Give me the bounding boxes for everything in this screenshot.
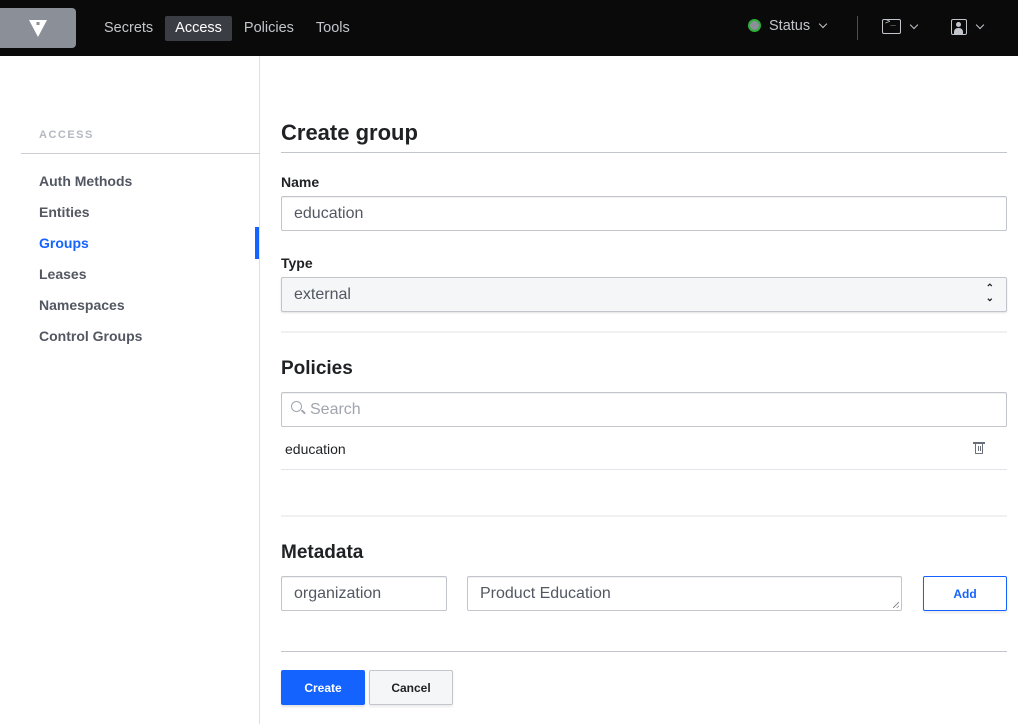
page-title: Create group: [281, 120, 418, 145]
search-placeholder: Search: [310, 400, 361, 418]
vault-triangle-icon: [29, 20, 47, 37]
user-icon: [951, 19, 967, 35]
top-navigation-bar: Secrets Access Policies Tools Status: [0, 0, 1018, 56]
name-input[interactable]: education: [281, 196, 1007, 231]
name-input-value: education: [294, 204, 364, 222]
vault-logo[interactable]: [0, 8, 76, 48]
section-divider: [281, 515, 1007, 517]
trash-icon[interactable]: [973, 442, 985, 454]
status-indicator-icon: [748, 18, 761, 32]
add-metadata-button[interactable]: Add: [923, 576, 1007, 611]
select-arrows-icon: ⌃ ⌄: [985, 283, 994, 304]
terminal-icon: [882, 17, 901, 34]
type-select-value: external: [294, 285, 351, 303]
section-divider: [281, 331, 1007, 333]
cancel-button[interactable]: Cancel: [369, 670, 453, 705]
metadata-title: Metadata: [281, 542, 364, 563]
status-menu[interactable]: Status: [748, 18, 828, 34]
user-menu-button[interactable]: [951, 19, 985, 35]
nav-access[interactable]: Access: [165, 16, 232, 41]
chevron-down-icon: [909, 20, 919, 29]
policies-title: Policies: [281, 358, 353, 379]
chevron-down-icon: [975, 20, 985, 30]
main-nav: Secrets Access Policies Tools: [94, 16, 362, 41]
sidebar-item-auth-methods[interactable]: Auth Methods: [39, 173, 132, 189]
sidebar-heading: ACCESS: [39, 129, 94, 141]
metadata-key-value: organization: [294, 584, 382, 602]
form-footer-divider: [281, 651, 1007, 652]
policy-name: education: [285, 441, 346, 457]
console-menu-button[interactable]: [882, 17, 919, 34]
nav-secrets[interactable]: Secrets: [94, 16, 163, 41]
type-select[interactable]: external ⌃ ⌄: [281, 277, 1007, 312]
sidebar-divider: [21, 153, 260, 154]
type-label: Type: [281, 255, 313, 271]
sidebar-item-control-groups[interactable]: Control Groups: [39, 328, 142, 344]
status-label: Status: [769, 18, 811, 34]
sidebar-item-entities[interactable]: Entities: [39, 204, 90, 220]
sidebar-item-groups[interactable]: Groups: [39, 235, 89, 251]
sidebar-item-namespaces[interactable]: Namespaces: [39, 297, 125, 313]
policy-search-input[interactable]: Search: [281, 392, 1007, 427]
search-icon: [291, 401, 302, 412]
title-divider: [281, 152, 1007, 153]
policy-list-item: education: [281, 434, 1007, 470]
metadata-value-text: Product Education: [480, 584, 611, 602]
nav-tools[interactable]: Tools: [306, 16, 360, 41]
metadata-key-input[interactable]: organization: [281, 576, 447, 611]
metadata-value-textarea[interactable]: Product Education: [467, 576, 902, 611]
nav-policies[interactable]: Policies: [234, 16, 304, 41]
name-label: Name: [281, 174, 320, 190]
header-divider: [857, 16, 858, 40]
active-indicator: [255, 227, 259, 259]
sidebar-item-leases[interactable]: Leases: [39, 266, 86, 282]
create-button[interactable]: Create: [281, 670, 365, 705]
chevron-down-icon: [818, 19, 828, 29]
resize-handle-icon[interactable]: [893, 602, 899, 608]
sidebar: ACCESS Auth Methods Entities Groups Leas…: [0, 56, 260, 724]
